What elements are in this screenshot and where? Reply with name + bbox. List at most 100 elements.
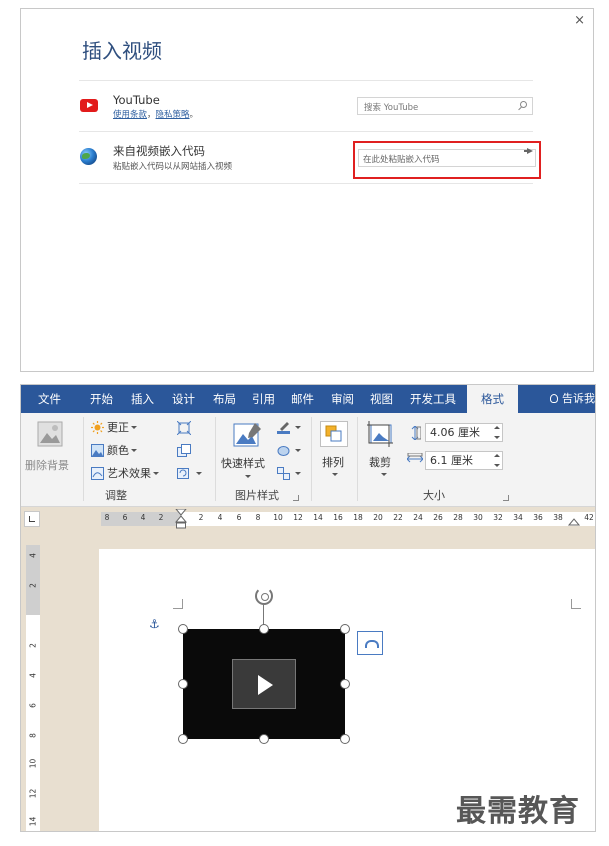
picture-layout-button[interactable] [277,465,301,483]
adjust-group-label: 调整 [105,489,127,502]
artistic-effects-icon [91,467,104,480]
color-button[interactable]: 颜色 [91,442,137,460]
resize-handle[interactable] [259,734,269,744]
anchor-icon[interactable]: ⚓ [149,617,160,631]
tab-file[interactable]: 文件 [31,385,68,413]
resize-handle[interactable] [340,679,350,689]
ruler-tick: 10 [273,513,283,522]
ruler-tick: 14 [313,513,323,522]
reset-picture-button[interactable] [177,465,202,483]
color-label: 颜色 [107,444,129,457]
watermark-logo: 最需教育 [456,794,580,829]
resize-handle[interactable] [178,679,188,689]
globe-icon [80,148,97,165]
quick-styles-icon [233,423,261,447]
horizontal-ruler-bar: 8 6 4 2 2 4 6 8 10 12 14 16 18 20 22 24 … [21,507,595,531]
tab-developer[interactable]: 开发工具 [403,385,463,413]
tab-references[interactable]: 引用 [245,385,282,413]
tab-review[interactable]: 审阅 [324,385,361,413]
ribbon-tab-bar: 文件 开始 插入 设计 布局 引用 邮件 审阅 视图 开发工具 格式 告诉我 [21,385,595,413]
adjust-group: 删除背景 更正 颜色 艺术效果 调整 [21,413,221,507]
chevron-down-icon[interactable] [245,475,251,478]
layout-options-icon[interactable] [357,631,383,655]
corrections-button[interactable]: 更正 [91,419,137,437]
quick-styles-button[interactable]: 快速样式 [221,455,265,471]
width-input[interactable]: 6.1 厘米 [425,451,503,470]
chevron-down-icon [295,449,301,452]
play-icon[interactable] [258,675,273,695]
ruler-tick: 2 [158,513,164,522]
artistic-effects-button[interactable]: 艺术效果 [91,465,159,483]
picture-color-icon [91,444,104,457]
tab-format[interactable]: 格式 [467,385,518,413]
ruler-tick: 6 [236,513,242,522]
dialog-launcher-icon[interactable] [503,495,509,501]
vertical-ruler[interactable]: 4 2 2 4 6 8 10 12 14 [26,545,40,831]
tab-mailings[interactable]: 邮件 [284,385,321,413]
ruler-tick: 10 [28,758,38,769]
tab-layout[interactable]: 布局 [206,385,243,413]
indent-marker-icon[interactable] [175,509,187,529]
crop-button[interactable]: 裁剪 [369,454,391,470]
ruler-tick: 14 [28,816,38,827]
tab-stop-selector[interactable] [24,511,40,527]
margin-corner-mark [571,599,581,609]
chevron-down-icon [131,449,137,452]
right-indent-marker-icon[interactable] [568,518,580,526]
height-input[interactable]: 4.06 厘米 [425,423,503,442]
resize-handle[interactable] [178,734,188,744]
video-poster[interactable] [232,659,296,709]
horizontal-ruler[interactable]: 8 6 4 2 2 4 6 8 10 12 14 16 18 20 22 24 … [101,509,595,529]
spinner-icon[interactable] [494,426,500,439]
arrange-group: 排列 [313,413,355,507]
ruler-tick: 4 [28,553,38,558]
video-object[interactable] [183,629,345,739]
ruler-tick: 2 [28,643,38,648]
privacy-link[interactable]: 隐私策略 [156,110,190,120]
youtube-search-input[interactable]: 搜索 YouTube [357,97,533,115]
ruler-tick: 4 [140,513,146,522]
picture-border-button[interactable] [277,419,301,437]
spinner-icon[interactable] [494,454,500,467]
ruler-tick: 32 [493,513,503,522]
tab-home[interactable]: 开始 [83,385,120,413]
terms-link[interactable]: 使用条款 [113,110,147,120]
embed-code-input[interactable]: 在此处粘贴嵌入代码 [358,149,536,167]
search-icon[interactable] [520,101,527,108]
change-picture-icon[interactable] [177,444,191,458]
ruler-tick: 4 [28,673,38,678]
effects-icon [277,446,290,456]
rotate-handle-icon[interactable] [255,587,273,605]
resize-handle[interactable] [340,624,350,634]
resize-handle[interactable] [340,734,350,744]
resize-handle[interactable] [178,624,188,634]
picture-effects-button[interactable] [277,442,301,460]
width-icon [407,453,423,463]
tab-design[interactable]: 设计 [165,385,202,413]
chevron-down-icon[interactable] [332,473,338,476]
resize-handle[interactable] [259,624,269,634]
compress-pictures-icon[interactable] [177,421,191,435]
arrange-button[interactable]: 排列 [322,454,344,470]
divider [215,417,216,501]
divider [357,417,358,501]
ruler-tick: 34 [513,513,523,522]
chevron-down-icon[interactable] [381,473,387,476]
height-value: 4.06 厘米 [430,426,480,439]
embed-code-label: 来自视频嵌入代码 [113,144,205,158]
arrow-right-icon[interactable] [524,148,533,154]
reset-picture-icon [177,468,189,479]
divider [79,183,533,184]
youtube-links: 使用条款，隐私策略。 [113,108,198,120]
ruler-tick: 8 [104,513,110,522]
tab-view[interactable]: 视图 [363,385,400,413]
close-icon[interactable]: × [574,13,585,28]
ruler-tick: 8 [255,513,261,522]
dialog-launcher-icon[interactable] [293,495,299,501]
remove-background-icon [37,421,63,447]
remove-background-button[interactable]: 删除背景 [25,457,69,473]
size-group: 裁剪 4.06 厘米 6.1 厘米 大小 [359,413,511,507]
tab-insert[interactable]: 插入 [124,385,161,413]
tell-me-search[interactable]: 告诉我 [550,385,595,413]
ruler-tick: 20 [373,513,383,522]
